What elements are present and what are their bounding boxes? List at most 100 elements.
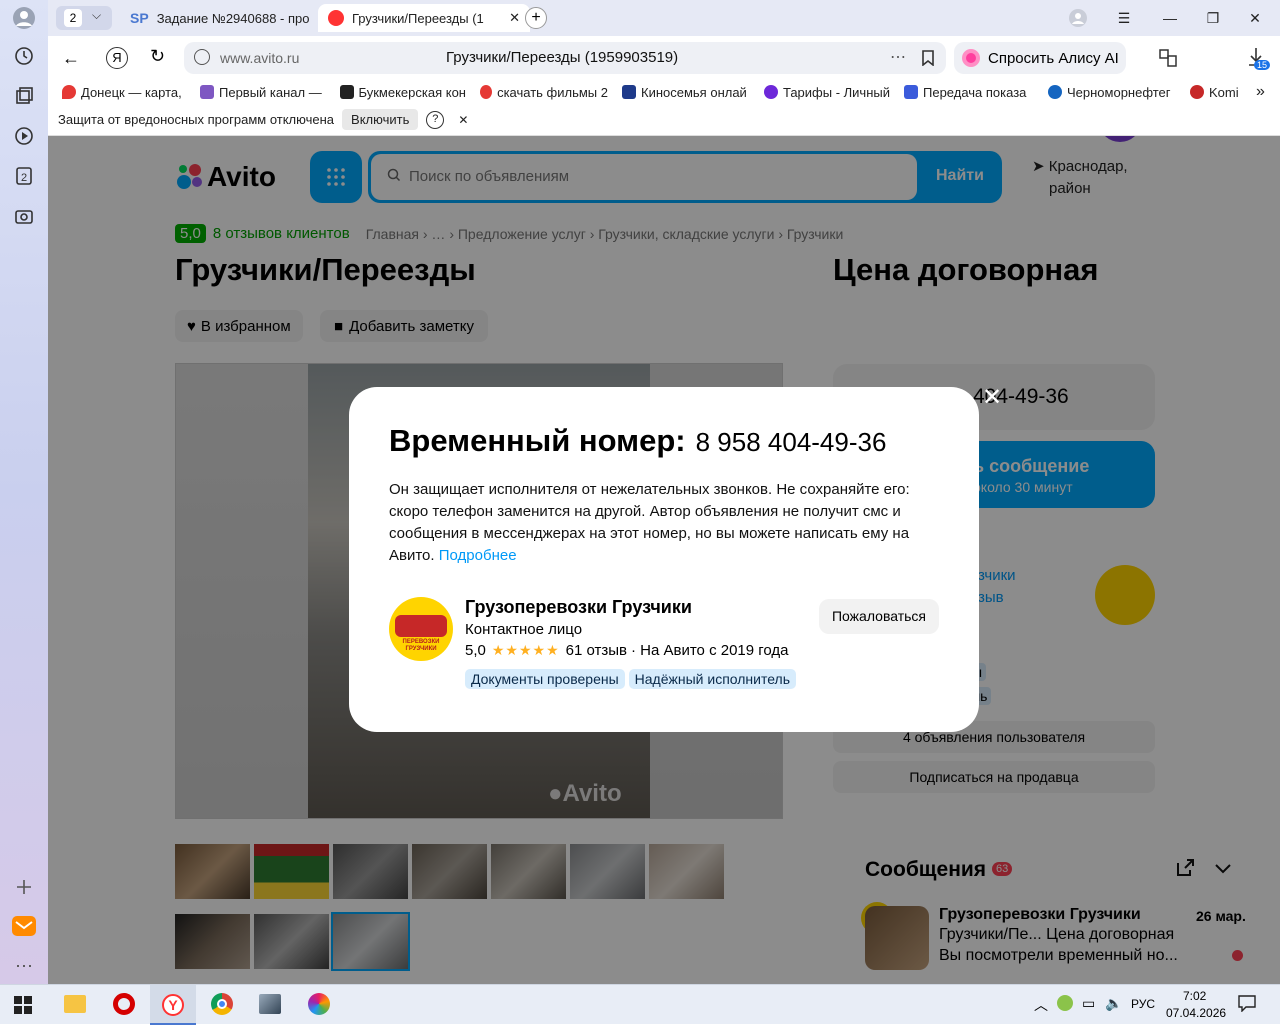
collapse-chevron-icon[interactable] <box>1213 858 1233 883</box>
restore-icon[interactable]: ❐ <box>1203 8 1223 28</box>
avatar-text: ПЕРЕВОЗКИ ГРУЗЧИКИ <box>402 639 440 652</box>
report-button[interactable]: Пожаловаться <box>819 599 939 634</box>
unread-dot <box>1232 950 1243 961</box>
tabs-count-icon[interactable]: 2 <box>12 164 36 188</box>
close-modal-icon[interactable]: ✕ <box>982 383 1002 412</box>
tray-app-icon[interactable] <box>1057 995 1073 1011</box>
bookmark-item[interactable]: скачать фильмы 2 <box>480 85 608 100</box>
windows-taskbar: Y ︿ ▭ 🔈 РУС 7:02 07.04.2026 <box>0 984 1280 1025</box>
security-infobar: Защита от вредоносных программ отключена… <box>48 104 1280 136</box>
colorful-app-icon[interactable] <box>308 993 330 1015</box>
temporary-phone[interactable]: 8 958 404-49-36 <box>696 427 887 458</box>
truck-image <box>395 615 447 637</box>
address-field[interactable]: www.avito.ru Грузчики/Переезды (19599035… <box>184 42 946 74</box>
notifications-icon[interactable] <box>1238 994 1256 1017</box>
bookmark-item[interactable]: Передача показа <box>904 85 1034 100</box>
reload-icon[interactable]: ↻ <box>150 46 165 67</box>
svg-text:2: 2 <box>21 172 27 184</box>
back-icon[interactable]: ← <box>62 48 80 69</box>
history-icon[interactable] <box>12 44 36 68</box>
message-subject: Грузчики/Пе... Цена договорная <box>939 926 1175 943</box>
close-infobar-icon[interactable]: ✕ <box>458 113 468 127</box>
bookmark-item[interactable]: Черноморнефтег <box>1048 85 1176 100</box>
message-thumbnail <box>865 906 929 970</box>
infobar-text: Защита от вредоносных программ отключена <box>58 112 335 127</box>
tab-bar: 2 ⌵ SP Задание №2940688 - про Грузчики/П… <box>48 0 1280 36</box>
address-toolbar: ← Я ↻ www.avito.ru Грузчики/Переезды (19… <box>48 36 1280 80</box>
drop-icon <box>1048 85 1062 99</box>
seller-rating-row: 5,0 ★★★★★ 61 отзыв · На Авито с 2019 год… <box>465 642 789 659</box>
bookmark-label: Черноморнефтег <box>1067 84 1171 100</box>
account-icon[interactable] <box>1068 8 1088 28</box>
bet-icon <box>340 85 354 99</box>
language-indicator[interactable]: РУС <box>1131 997 1155 1011</box>
tab-label: Грузчики/Переезды (1 <box>352 10 484 26</box>
tab-group[interactable]: 2 ⌵ <box>56 6 112 30</box>
bookmark-item[interactable]: Первый канал — <box>200 85 326 100</box>
bookmark-label: Букмекерская кон <box>358 84 467 100</box>
file-explorer-icon[interactable] <box>64 995 86 1013</box>
more-bookmarks-button[interactable]: » <box>1256 83 1265 101</box>
mail-icon[interactable] <box>12 914 36 938</box>
monitor-icon <box>622 85 636 99</box>
yandex-bookmark-icon <box>480 85 493 99</box>
bookmark-item[interactable]: Тарифы - Личный <box>764 85 890 100</box>
start-icon[interactable] <box>14 996 32 1019</box>
bookmark-icon[interactable] <box>921 50 935 71</box>
app-icon[interactable] <box>259 994 281 1014</box>
help-icon[interactable]: ? <box>426 110 445 129</box>
map-pin-icon <box>62 85 76 99</box>
play-icon[interactable] <box>12 124 36 148</box>
collections-icon[interactable] <box>12 84 36 108</box>
bookmark-item[interactable]: Донецк — карта, <box>62 85 186 100</box>
alice-button[interactable]: Спросить Алису AI <box>954 42 1126 74</box>
seller-reviews[interactable]: 61 отзыв <box>566 642 627 659</box>
network-icon[interactable]: ▭ <box>1082 995 1095 1012</box>
tray-chevron-icon[interactable]: ︿ <box>1034 995 1048 1015</box>
open-external-icon[interactable] <box>1175 858 1195 883</box>
chevron-down-icon: ⌵ <box>92 8 102 22</box>
yandex-icon[interactable]: Я <box>106 47 128 69</box>
tab-avito[interactable]: Грузчики/Переезды (1 ✕ <box>318 4 530 32</box>
komi-icon <box>1190 85 1204 99</box>
more-icon[interactable]: ⋯ <box>12 954 36 978</box>
bookmark-item[interactable]: Букмекерская кон <box>340 85 466 100</box>
close-window-icon[interactable]: ✕ <box>1245 8 1265 28</box>
bookmark-item[interactable]: Komi <box>1190 85 1240 100</box>
seller-name[interactable]: Грузоперевозки Грузчики <box>465 597 692 618</box>
enable-protection-button[interactable]: Включить <box>342 109 419 130</box>
clock-date[interactable]: 07.04.2026 <box>1166 1006 1226 1020</box>
tab-zadanie[interactable]: SP Задание №2940688 - про <box>120 4 314 32</box>
screenshot-icon[interactable] <box>12 204 36 228</box>
chrome-icon[interactable] <box>211 993 233 1015</box>
seller-avatar[interactable]: ПЕРЕВОЗКИ ГРУЗЧИКИ <box>389 597 453 661</box>
bookmark-label: Первый канал — <box>219 84 322 100</box>
bookmark-label: Передача показа <box>923 84 1027 100</box>
alice-label: Спросить Алису AI <box>988 49 1119 67</box>
profile-icon[interactable] <box>12 6 36 30</box>
browser-sidebar: 2 ⋯ <box>0 0 48 984</box>
sp-favicon-icon: SP <box>130 10 149 26</box>
menu-icon[interactable]: ☰ <box>1114 8 1134 28</box>
volume-icon[interactable]: 🔈 <box>1105 995 1122 1012</box>
site-info-icon[interactable] <box>194 49 210 65</box>
clock-time[interactable]: 7:02 <box>1183 989 1206 1003</box>
more-link[interactable]: Подробнее <box>439 547 517 564</box>
tariff-icon <box>764 85 778 99</box>
bookmark-item[interactable]: Киносемья онлай <box>622 85 750 100</box>
tab-label: Задание №2940688 - про <box>156 10 310 26</box>
yandex-browser-taskbar[interactable]: Y <box>150 985 196 1025</box>
close-tab-icon[interactable]: ✕ <box>509 10 520 26</box>
bookmark-label: скачать фильмы 2 <box>497 84 608 100</box>
more-dots-icon[interactable]: ⋯ <box>890 47 906 67</box>
modal-description: Он защищает исполнителя от нежелательных… <box>389 479 937 567</box>
add-panel-icon[interactable] <box>12 875 36 899</box>
downloads-icon[interactable]: 15 <box>1246 46 1271 73</box>
star-rating: ★★★★★ <box>491 642 560 658</box>
extensions-icon[interactable] <box>1158 48 1178 73</box>
messages-count-badge: 63 <box>992 862 1013 876</box>
minimize-icon[interactable]: — <box>1160 8 1180 28</box>
opera-icon[interactable] <box>113 993 135 1015</box>
new-tab-button[interactable]: + <box>525 7 547 29</box>
modal-heading-row: Временный номер: 8 958 404-49-36 <box>389 423 886 459</box>
